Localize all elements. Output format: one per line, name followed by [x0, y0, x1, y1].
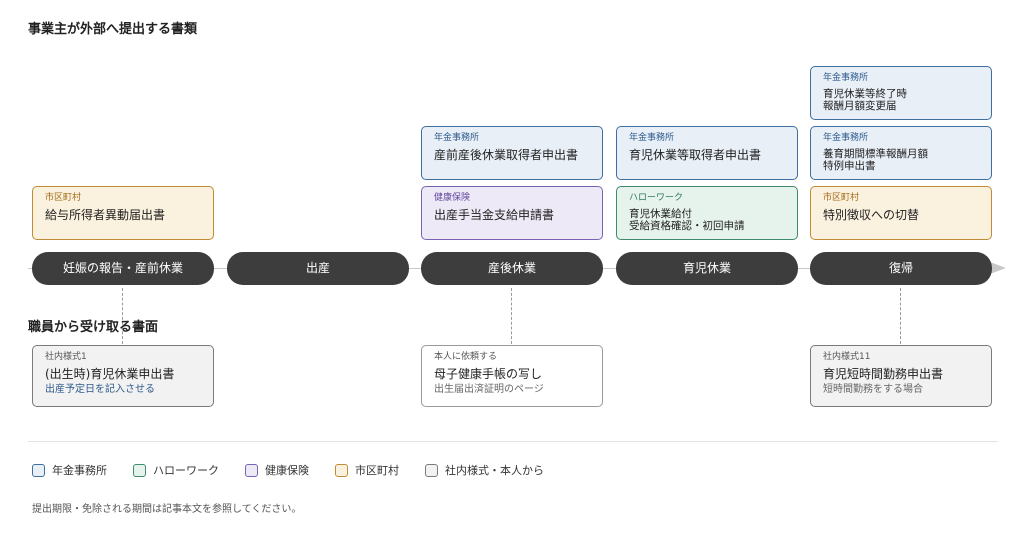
card-org: 年金事務所 — [823, 133, 869, 143]
card-nenkin-special-standard: 年金事務所 養育期間標準報酬月額 特例申出書 — [810, 126, 992, 180]
legend-label: ハローワーク — [153, 464, 219, 477]
card-doc-line2: 受給資格確認・初回申請 — [629, 220, 745, 232]
legend-swatch — [245, 463, 258, 477]
legend-item-internal: 社内様式・本人から — [425, 462, 544, 478]
legend-swatch — [425, 463, 438, 477]
legend-label: 年金事務所 — [52, 464, 107, 477]
card-doc: 産前産後休業取得者申出書 — [434, 148, 579, 162]
section-divider — [28, 441, 998, 442]
legend-item-nenkin: 年金事務所 — [32, 462, 107, 478]
card-doc: 特別徴収への切替 — [823, 208, 920, 222]
card-org: ハローワーク — [629, 193, 684, 203]
legend-label: 健康保険 — [265, 464, 309, 477]
legend-item-kenpo: 健康保険 — [245, 462, 309, 478]
card-org: 年金事務所 — [434, 133, 480, 143]
card-org: 社内様式11 — [823, 352, 871, 362]
card-doc: 育児休業等取得者申出書 — [629, 148, 762, 162]
legend-item-shiku: 市区町村 — [335, 462, 399, 478]
phase-childbirth: 出産 — [227, 252, 409, 285]
legend-swatch — [335, 463, 348, 477]
phase-childcare-leave: 育児休業 — [616, 252, 798, 285]
legend-swatch — [133, 463, 146, 477]
card-internal-form1: 社内様式1 (出生時)育児休業申出書 出産予定日を記入させる — [32, 345, 214, 407]
legend-label: 社内様式・本人から — [445, 464, 544, 477]
card-doc: (出生時)育児休業申出書 — [45, 367, 175, 381]
card-doc: 出産手当金支給申請書 — [434, 208, 555, 222]
card-doc: 給与所得者異動届出書 — [45, 208, 166, 222]
card-nenkin-childcare-leave: 年金事務所 育児休業等取得者申出書 — [616, 126, 798, 180]
card-doc-line1: 育児休業給付 — [629, 208, 692, 220]
card-doc-line1: 育児休業等終了時 — [823, 88, 907, 100]
card-org: 本人に依頼する — [434, 352, 498, 362]
internal-section-title: 職員から受け取る書面 — [28, 320, 159, 335]
legend-swatch — [32, 463, 45, 477]
card-shiku-salary-change: 市区町村 給与所得者異動届出書 — [32, 186, 214, 240]
timeline-arrow-icon — [990, 262, 1006, 274]
phase-postnatal-leave: 産後休業 — [421, 252, 603, 285]
card-internal-form11: 社内様式11 育児短時間勤務申出書 短時間勤務をする場合 — [810, 345, 992, 407]
legend-item-hello: ハローワーク — [133, 462, 219, 478]
legend: 年金事務所 ハローワーク 健康保険 市区町村 社内様式・本人から — [32, 462, 570, 478]
card-doc: 育児短時間勤務申出書 — [823, 367, 944, 381]
card-nenkin-return-change: 年金事務所 育児休業等終了時 報酬月額変更届 — [810, 66, 992, 120]
card-org: 年金事務所 — [629, 133, 675, 143]
card-shiku-special-collection: 市区町村 特別徴収への切替 — [810, 186, 992, 240]
card-org: 市区町村 — [45, 193, 82, 203]
card-doc-line1: 養育期間標準報酬月額 — [823, 148, 928, 160]
legend-label: 市区町村 — [355, 464, 399, 477]
card-org: 市区町村 — [823, 193, 860, 203]
card-note: 出産予定日を記入させる — [45, 384, 155, 395]
card-org: 社内様式1 — [45, 352, 87, 362]
card-nenkin-maternity-leave: 年金事務所 産前産後休業取得者申出書 — [421, 126, 603, 180]
footnote: 提出期限・免除される期間は記事本文を参照してください。 — [32, 504, 302, 515]
card-doc: 母子健康手帳の写し — [434, 367, 543, 381]
card-internal-boshi-techo: 本人に依頼する 母子健康手帳の写し 出生届出済証明のページ — [421, 345, 603, 407]
card-note: 出生届出済証明のページ — [434, 384, 544, 395]
connector-line — [511, 288, 512, 344]
card-hello-childcare-benefit: ハローワーク 育児休業給付 受給資格確認・初回申請 — [616, 186, 798, 240]
external-section-title: 事業主が外部へ提出する書類 — [28, 22, 198, 37]
card-org: 健康保険 — [434, 193, 471, 203]
card-org: 年金事務所 — [823, 73, 869, 83]
phase-pregnancy-prenatal: 妊娠の報告・産前休業 — [32, 252, 214, 285]
card-doc-line2: 特例申出書 — [823, 160, 876, 172]
card-note: 短時間勤務をする場合 — [823, 384, 923, 395]
card-doc-line2: 報酬月額変更届 — [823, 100, 897, 112]
connector-line — [900, 288, 901, 344]
card-kenpo-childbirth-allowance: 健康保険 出産手当金支給申請書 — [421, 186, 603, 240]
phase-return: 復帰 — [810, 252, 992, 285]
